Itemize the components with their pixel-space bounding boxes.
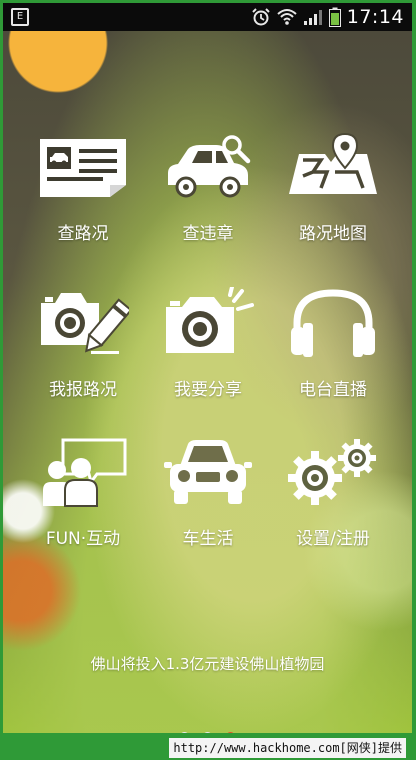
menu-item-road-condition[interactable]: 查路况 <box>21 131 145 261</box>
page-indicator <box>3 732 412 733</box>
car-front-icon <box>160 436 256 508</box>
road-condition-card-icon <box>35 131 131 203</box>
menu-item-label: 查路况 <box>57 224 109 244</box>
page-dot-1[interactable] <box>180 732 189 733</box>
car-search-icon <box>160 131 256 203</box>
status-icons: 17:14 <box>251 6 404 28</box>
menu-item-settings-register[interactable]: 设置/注册 <box>271 436 395 566</box>
status-bar: E 17:14 <box>3 3 412 31</box>
watermark-bar: http://www.hackhome.com[网侠]提供 <box>0 736 416 760</box>
menu-item-label: 电台直播 <box>299 380 367 400</box>
menu-item-traffic-map[interactable]: 路况地图 <box>271 131 395 261</box>
menu-item-label: 查违章 <box>182 224 234 244</box>
signal-icon <box>303 10 322 25</box>
alarm-icon <box>252 8 270 26</box>
menu-item-report-traffic[interactable]: 我报路况 <box>21 287 145 417</box>
menu-item-label: 路况地图 <box>299 224 367 244</box>
battery-icon <box>328 7 341 27</box>
people-chat-icon <box>35 436 131 508</box>
menu-item-label: 车生活 <box>182 529 234 549</box>
news-headline[interactable]: 佛山将投入1.3亿元建设佛山植物园 <box>3 653 412 674</box>
menu-item-label: 设置/注册 <box>296 529 370 549</box>
menu-item-violation-check[interactable]: 查违章 <box>146 131 270 261</box>
page-dot-2[interactable] <box>203 732 212 733</box>
gears-icon <box>285 436 381 508</box>
menu-item-fun-interaction[interactable]: FUN·互动 <box>21 436 145 566</box>
app-notification-icon: E <box>11 8 29 26</box>
menu-item-share[interactable]: 我要分享 <box>146 287 270 417</box>
headphones-icon <box>285 287 381 359</box>
menu-item-label: 我报路况 <box>49 380 117 400</box>
menu-item-car-life[interactable]: 车生活 <box>146 436 270 566</box>
wifi-icon <box>277 9 297 25</box>
camera-share-icon <box>160 287 256 359</box>
menu-item-label: FUN·互动 <box>45 529 121 549</box>
menu-item-label: 我要分享 <box>174 380 242 400</box>
page-dot-3-active[interactable] <box>226 732 235 733</box>
map-pin-icon <box>285 131 381 203</box>
camera-report-icon <box>35 287 131 359</box>
clock: 17:14 <box>346 6 404 28</box>
phone-screen: E 17:14 查路况 查违章 路况地图 我报路况 我要分享 电台直播 FUN·… <box>3 3 412 733</box>
source-url: http://www.hackhome.com[网侠]提供 <box>169 738 406 758</box>
menu-item-radio-live[interactable]: 电台直播 <box>271 287 395 417</box>
home-background: 查路况 查违章 路况地图 我报路况 我要分享 电台直播 FUN·互动 车生活 设… <box>3 31 412 733</box>
